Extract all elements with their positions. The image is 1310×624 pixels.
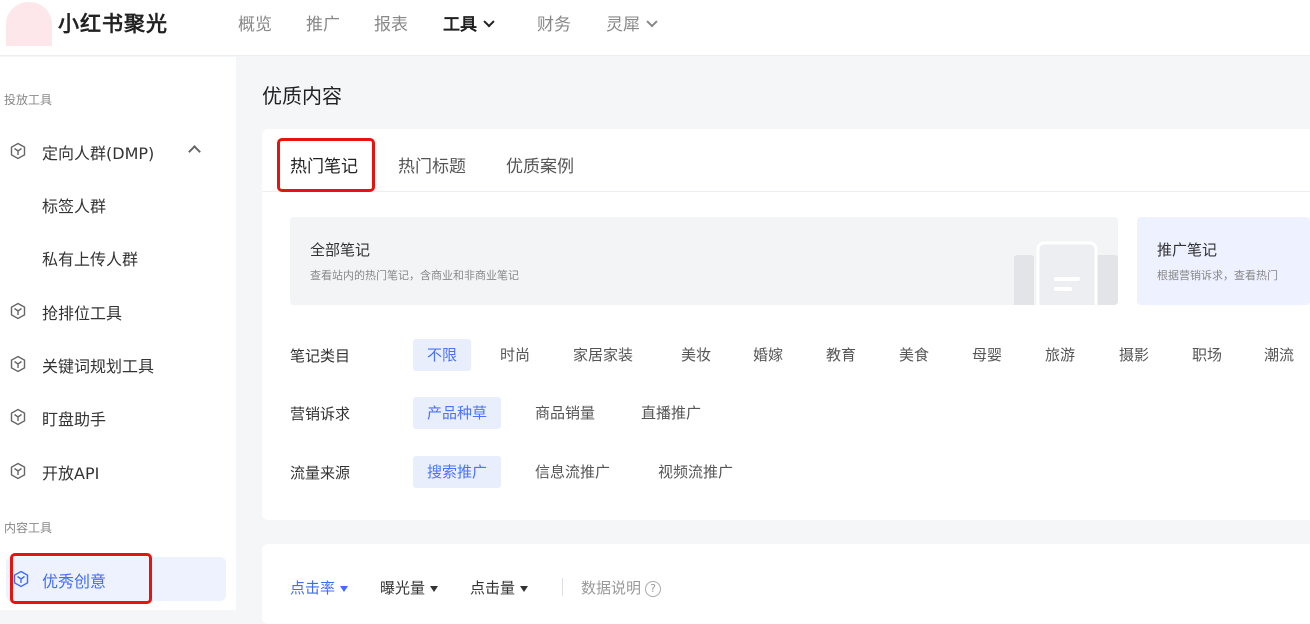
traffic-chip[interactable]: 视频流推广 (658, 456, 733, 488)
category-chip[interactable]: 婚嫁 (753, 339, 783, 371)
category-chip[interactable]: 美妆 (681, 339, 711, 371)
metric-click-rate[interactable]: 点击率 (290, 577, 349, 598)
sidebar-item-label: 抢排位工具 (42, 304, 123, 323)
category-chip[interactable]: 母婴 (972, 339, 1002, 371)
sidebar-item-excellent-creative[interactable]: 优秀创意 (6, 557, 226, 601)
nav-tools[interactable]: 工具 (443, 10, 495, 35)
metric-clicks[interactable]: 点击量 (470, 577, 529, 598)
chevron-down-icon (483, 16, 495, 28)
category-chip[interactable]: 旅游 (1045, 339, 1075, 371)
caret-down-icon (520, 585, 529, 592)
category-chip[interactable]: 美食 (899, 339, 929, 371)
sidebar: 投放工具 定向人群(DMP) 标签人群 私有上传人群 抢排位工具 关键词规划工具… (0, 57, 236, 610)
all-notes-title: 全部笔记 (310, 241, 371, 259)
tab-quality-cases[interactable]: 优质案例 (506, 152, 574, 177)
traffic-filter-label: 流量来源 (290, 464, 351, 482)
sidebar-item-label: 定向人群(DMP) (42, 144, 155, 163)
metrics-divider (562, 578, 563, 596)
sidebar-item-label: 优秀创意 (42, 572, 107, 591)
sidebar-item-monitor-assistant[interactable]: 盯盘助手 (0, 397, 236, 437)
cube-icon (10, 355, 26, 373)
traffic-chip[interactable]: 信息流推广 (535, 456, 610, 488)
promo-notes-description: 根据营销诉求，查看热门 (1157, 269, 1278, 282)
goal-chip[interactable]: 商品销量 (535, 397, 595, 429)
caret-down-icon (340, 585, 349, 592)
tabs-divider (262, 191, 1310, 192)
all-notes-description: 查看站内的热门笔记，含商业和非商业笔记 (310, 269, 519, 282)
metric-impressions[interactable]: 曝光量 (380, 577, 439, 598)
cube-icon (10, 462, 26, 480)
category-chip[interactable]: 时尚 (500, 339, 530, 371)
sidebar-item-dmp[interactable]: 定向人群(DMP) (0, 131, 236, 171)
nav-overview[interactable]: 概览 (238, 10, 272, 35)
caret-down-icon (430, 585, 439, 592)
category-chip[interactable]: 摄影 (1119, 339, 1149, 371)
nav-reports[interactable]: 报表 (374, 10, 408, 35)
category-chip[interactable]: 潮流 (1264, 339, 1294, 371)
nav-promotion[interactable]: 推广 (306, 10, 340, 35)
chevron-down-icon (646, 16, 658, 28)
question-icon: ? (645, 581, 662, 597)
sidebar-section-content-tools: 内容工具 (4, 521, 53, 535)
sidebar-subitem-private-upload[interactable]: 私有上传人群 (42, 246, 138, 270)
sidebar-item-label: 关键词规划工具 (42, 357, 155, 376)
category-chip[interactable]: 家居家装 (573, 339, 633, 371)
nav-lingxi[interactable]: 灵犀 (606, 10, 658, 35)
sidebar-subitem-tag-audience[interactable]: 标签人群 (42, 193, 106, 217)
sidebar-item-keyword-planner[interactable]: 关键词规划工具 (0, 344, 236, 384)
cube-icon (13, 570, 29, 588)
nav-finance[interactable]: 财务 (537, 10, 571, 35)
category-chip[interactable]: 职场 (1192, 339, 1222, 371)
category-chip[interactable]: 不限 (413, 339, 472, 371)
goal-chip[interactable]: 产品种草 (413, 397, 502, 429)
promo-notes-card[interactable]: 推广笔记 根据营销诉求，查看热门 (1137, 217, 1310, 305)
sidebar-item-label: 开放API (42, 464, 100, 483)
category-chip[interactable]: 教育 (826, 339, 856, 371)
promo-notes-title: 推广笔记 (1157, 241, 1218, 259)
tab-hot-titles[interactable]: 热门标题 (398, 152, 466, 177)
sidebar-item-open-api[interactable]: 开放API (0, 451, 236, 491)
brand-name: 小红书聚光 (58, 12, 168, 36)
top-navigation-bar: 小红书聚光 概览 推广 报表 工具 财务 灵犀 (0, 0, 1310, 56)
goal-filter-label: 营销诉求 (290, 405, 351, 423)
all-notes-card[interactable]: 全部笔记 查看站内的热门笔记，含商业和非商业笔记 (290, 217, 1118, 305)
category-filter-label: 笔记类目 (290, 347, 351, 365)
goal-chip[interactable]: 直播推广 (641, 397, 701, 429)
cube-icon (10, 142, 26, 160)
data-help-link[interactable]: 数据说明? (581, 577, 662, 598)
cube-icon (10, 408, 26, 426)
sidebar-item-label: 盯盘助手 (42, 410, 107, 429)
cube-icon (10, 302, 26, 320)
tab-hot-notes[interactable]: 热门笔记 (290, 152, 358, 177)
sidebar-item-rank-tool[interactable]: 抢排位工具 (0, 291, 236, 331)
chevron-up-icon[interactable] (188, 145, 201, 158)
page-title: 优质内容 (262, 84, 342, 108)
brand-logo-icon (6, 2, 52, 46)
notes-illustration-icon (1014, 241, 1118, 305)
sidebar-section-ad-tools: 投放工具 (4, 93, 53, 107)
traffic-chip[interactable]: 搜索推广 (413, 456, 502, 488)
